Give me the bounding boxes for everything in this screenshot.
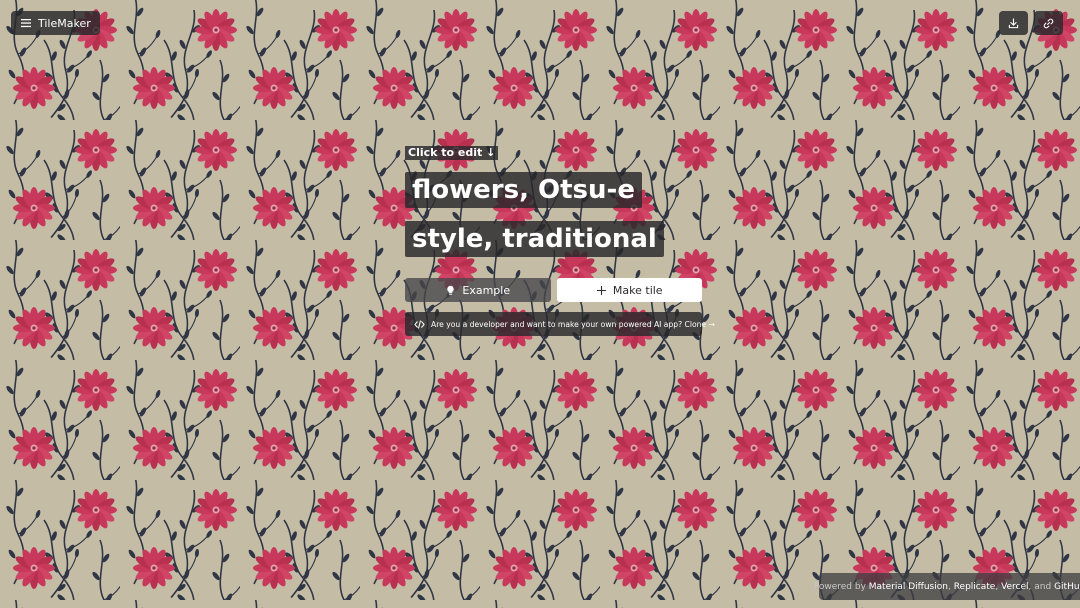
app-title: TileMaker xyxy=(38,16,91,30)
replicate-link[interactable]: Replicate xyxy=(954,582,996,592)
developer-clone-banner[interactable]: Are you a developer and want to make you… xyxy=(405,312,715,336)
make-tile-button-label: Make tile xyxy=(612,283,663,297)
click-to-edit-hint: Click to edit ↓ xyxy=(405,146,499,160)
prompt-text-line-1[interactable]: flowers, Otsu-e xyxy=(405,172,642,208)
make-tile-button[interactable]: Make tile xyxy=(556,278,702,302)
developer-banner-text: Are you a developer and want to make you… xyxy=(431,319,715,329)
github-link[interactable]: GitHub xyxy=(1054,582,1080,592)
example-button-label: Example xyxy=(462,283,511,297)
prompt-editor: Click to edit ↓ flowers, Otsu-e style, t… xyxy=(405,141,715,336)
footer-separator: , and xyxy=(1028,581,1055,592)
menu-button[interactable]: TileMaker xyxy=(11,11,100,35)
action-buttons: Example Make tile xyxy=(405,278,702,302)
download-button[interactable] xyxy=(999,11,1028,35)
prompt-text-line-2[interactable]: style, traditional xyxy=(405,221,664,257)
lightbulb-icon xyxy=(447,285,455,295)
plus-icon xyxy=(596,285,607,295)
hamburger-menu-icon xyxy=(21,19,31,28)
link-icon xyxy=(1043,18,1054,28)
footer-prefix: Powered by xyxy=(813,581,869,592)
material-diffusion-link[interactable]: Material Diffusion xyxy=(869,582,948,592)
copy-link-button[interactable] xyxy=(1034,11,1063,35)
tile-background: TileMaker Click to edit ↓ flowers, Otsu-… xyxy=(0,0,1080,608)
example-button[interactable]: Example xyxy=(405,278,551,302)
powered-by-footer: Powered by Material Diffusion , Replicat… xyxy=(814,573,1080,600)
code-icon xyxy=(414,319,425,329)
vercel-link[interactable]: Vercel xyxy=(1001,582,1028,592)
download-icon xyxy=(1008,17,1019,28)
